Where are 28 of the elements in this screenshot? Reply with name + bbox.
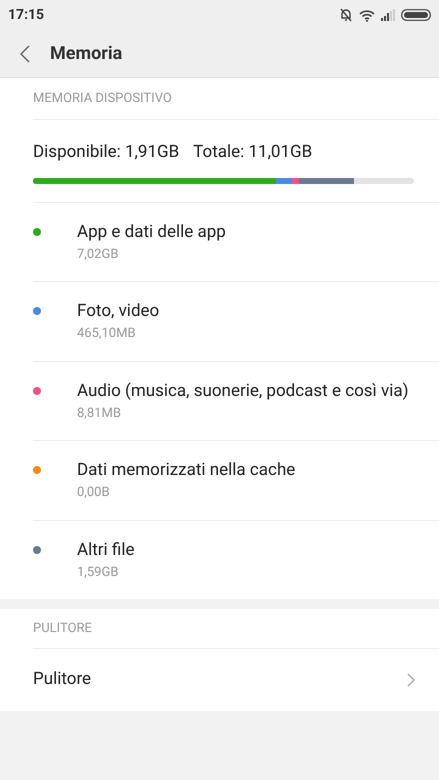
- wifi-icon: [359, 8, 375, 22]
- category-size: 8,81MB: [77, 404, 122, 422]
- section-heading: PULITORE: [33, 620, 92, 638]
- battery-icon: [401, 9, 431, 21]
- available-text: Disponibile: 1,91GB: [33, 141, 180, 164]
- category-row[interactable]: App e dati delle app 7,02GB: [33, 202, 439, 282]
- total-text: Totale: 11,01GB: [193, 141, 312, 164]
- category-name: Altri file: [77, 538, 134, 562]
- category-name: Audio (musica, suonerie, podcast e così via): [77, 380, 409, 402]
- category-name: App e dati delle app: [77, 220, 226, 244]
- status-time: 17:15: [8, 6, 44, 24]
- section-heading: MEMORIA DISPOSITIVO: [33, 90, 172, 108]
- chevron-icon: [407, 673, 415, 687]
- category-name: Dati memorizzati nella cache: [77, 459, 296, 482]
- category-row[interactable]: Audio (musica, suonerie, podcast e così via) 8,81MB: [33, 362, 439, 441]
- category-row[interactable]: Altri file 1,59GB: [33, 520, 439, 599]
- category-row[interactable]: Dati memorizzati nella cache 0,00B: [33, 441, 439, 520]
- page-title: Memoria: [50, 42, 122, 66]
- category-name: Foto, video: [77, 300, 160, 323]
- category-size: 465,10MB: [77, 325, 137, 343]
- back-icon[interactable]: [20, 44, 30, 62]
- category-size: 7,02GB: [77, 246, 120, 264]
- category-row[interactable]: Foto, video 465,10MB: [33, 282, 439, 362]
- signal-icon: [381, 9, 395, 21]
- cleaner-item[interactable]: Pulitore: [33, 649, 439, 711]
- category-size: 1,59GB: [77, 564, 120, 582]
- mute-icon: [339, 8, 353, 22]
- category-size: 0,00B: [77, 484, 111, 502]
